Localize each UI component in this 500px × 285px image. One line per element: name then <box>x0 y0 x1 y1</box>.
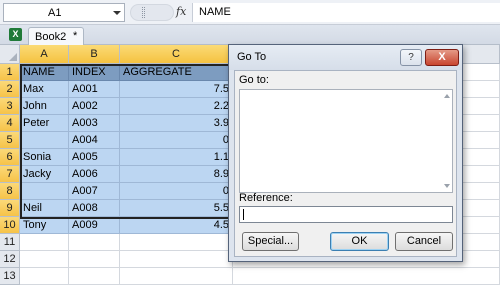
cell-b5[interactable]: A004 <box>69 132 120 149</box>
cancel-button[interactable]: Cancel <box>395 232 453 251</box>
cell-b1[interactable]: INDEX <box>69 64 120 81</box>
cell-a5[interactable] <box>20 132 69 149</box>
tab-label: Book2 <box>35 31 67 43</box>
row-header-13[interactable]: 13 <box>0 268 20 285</box>
cell-b11[interactable] <box>69 234 120 251</box>
help-button[interactable]: ? <box>400 49 422 66</box>
row-header-7[interactable]: 7 <box>0 166 20 183</box>
cell-c11[interactable] <box>120 234 233 251</box>
text-caret <box>243 209 244 220</box>
workbook-titlebar: X Book2 * <box>0 25 500 45</box>
excel-icon: X <box>9 28 22 41</box>
cell-b9[interactable]: A008 <box>69 200 120 217</box>
chevron-down-icon[interactable] <box>113 11 121 15</box>
formula-input[interactable]: NAME <box>193 3 500 22</box>
row-header-8[interactable]: 8 <box>0 183 20 200</box>
cell-a12[interactable] <box>20 251 69 268</box>
close-button[interactable]: X <box>425 49 459 66</box>
column-header-b[interactable]: B <box>69 45 120 64</box>
cell-c9[interactable]: 5.5 <box>120 200 233 217</box>
cell-b10[interactable]: A009 <box>69 217 120 234</box>
row-header-1[interactable]: 1 <box>0 64 20 81</box>
cell-a3[interactable]: John <box>20 98 69 115</box>
cell-a7[interactable]: Jacky <box>20 166 69 183</box>
dialog-title: Go To <box>237 51 267 63</box>
cell-c13[interactable] <box>120 268 233 285</box>
reference-input[interactable] <box>239 206 453 223</box>
tab-book2[interactable]: Book2 * <box>28 27 84 45</box>
dialog-titlebar[interactable]: Go To ? X <box>229 45 462 70</box>
dialog-body: Go to: Reference: Special... OK Cancel <box>234 70 457 257</box>
unsaved-marker: * <box>73 30 78 42</box>
cell-a4[interactable]: Peter <box>20 115 69 132</box>
row-header-4[interactable]: 4 <box>0 115 20 132</box>
cell-c10[interactable]: 4.5 <box>120 217 233 234</box>
cell-a6[interactable]: Sonia <box>20 149 69 166</box>
row-header-11[interactable]: 11 <box>0 234 20 251</box>
cell-c8[interactable]: 0 <box>120 183 233 200</box>
row-header-6[interactable]: 6 <box>0 149 20 166</box>
cell-b8[interactable]: A007 <box>69 183 120 200</box>
row-header-3[interactable]: 3 <box>0 98 20 115</box>
cell-b13[interactable] <box>69 268 120 285</box>
cell-c3[interactable]: 2.2 <box>120 98 233 115</box>
special-button[interactable]: Special... <box>242 232 299 251</box>
cell-a2[interactable]: Max <box>20 81 69 98</box>
name-box-value: A1 <box>48 7 62 19</box>
column-header-a[interactable]: A <box>20 45 69 64</box>
cell-c12[interactable] <box>120 251 233 268</box>
fx-icon[interactable]: fx <box>176 5 186 18</box>
cell-c4[interactable]: 3.9 <box>120 115 233 132</box>
goto-label: Go to: <box>239 74 269 86</box>
grip-icon[interactable] <box>142 7 145 18</box>
cell-d13[interactable] <box>233 268 500 285</box>
row-header-12[interactable]: 12 <box>0 251 20 268</box>
cell-c5[interactable]: 0 <box>120 132 233 149</box>
reference-label: Reference: <box>239 192 293 204</box>
row-header-2[interactable]: 2 <box>0 81 20 98</box>
goto-dialog: Go To ? X Go to: Reference: Special... O… <box>228 44 463 262</box>
goto-list[interactable] <box>239 89 453 193</box>
select-all-button[interactable] <box>0 45 20 64</box>
cell-b3[interactable]: A002 <box>69 98 120 115</box>
cell-c7[interactable]: 8.9 <box>120 166 233 183</box>
scroll-up-icon[interactable] <box>444 94 450 98</box>
cell-a11[interactable] <box>20 234 69 251</box>
scroll-down-icon[interactable] <box>444 184 450 188</box>
cell-c2[interactable]: 7.5 <box>120 81 233 98</box>
cell-a8[interactable] <box>20 183 69 200</box>
cell-b7[interactable]: A006 <box>69 166 120 183</box>
column-header-c[interactable]: C <box>120 45 233 64</box>
cell-a13[interactable] <box>20 268 69 285</box>
row-header-9[interactable]: 9 <box>0 200 20 217</box>
cell-a9[interactable]: Neil <box>20 200 69 217</box>
cell-b6[interactable]: A005 <box>69 149 120 166</box>
cell-a1[interactable]: NAME <box>20 64 69 81</box>
name-box[interactable]: A1 <box>3 3 125 22</box>
cell-c1[interactable]: AGGREGATE <box>120 64 233 81</box>
row-header-5[interactable]: 5 <box>0 132 20 149</box>
cell-b4[interactable]: A003 <box>69 115 120 132</box>
cell-a10[interactable]: Tony <box>20 217 69 234</box>
formula-content: NAME <box>199 6 231 18</box>
cell-b2[interactable]: A001 <box>69 81 120 98</box>
formula-bar-controls <box>130 4 174 21</box>
ok-button[interactable]: OK <box>330 232 389 251</box>
formula-bar: A1 fx NAME <box>0 0 500 25</box>
cell-c6[interactable]: 1.1 <box>120 149 233 166</box>
cell-b12[interactable] <box>69 251 120 268</box>
row-header-10[interactable]: 10 <box>0 217 20 234</box>
